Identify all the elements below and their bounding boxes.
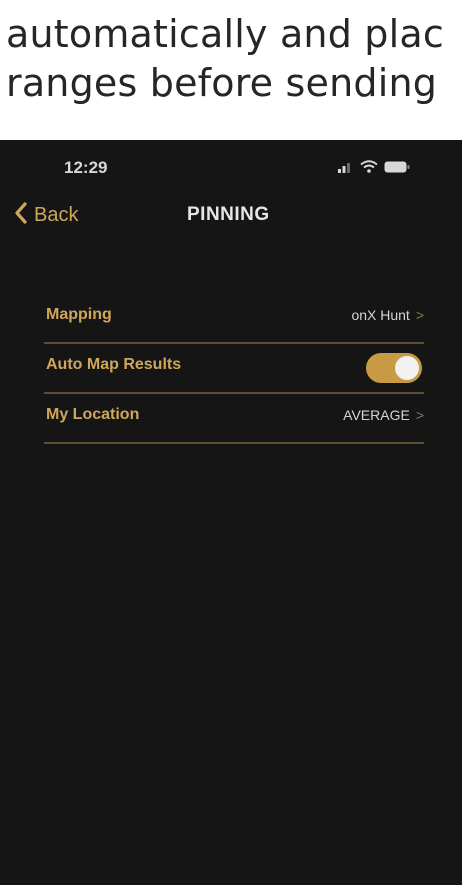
auto-map-results-label: Auto Map Results — [46, 356, 182, 373]
document-line-1: automatically and plac — [6, 12, 444, 56]
signal-icon — [338, 160, 354, 178]
phone-screen: 12:29 Back PINNING Mapping onX Hunt > Au… — [0, 140, 462, 885]
mapping-value-group: onX Hunt > — [351, 307, 424, 323]
status-time: 12:29 — [64, 158, 108, 177]
settings-row-auto-map-results: Auto Map Results — [44, 344, 424, 394]
my-location-label: My Location — [46, 406, 140, 423]
toggle-knob — [395, 356, 419, 380]
mapping-value: onX Hunt — [351, 307, 410, 323]
mapping-label: Mapping — [46, 306, 112, 323]
page-title: PINNING — [187, 204, 270, 225]
settings-list: Mapping onX Hunt > Auto Map Results My L… — [44, 294, 424, 444]
battery-icon — [384, 160, 410, 178]
my-location-value-group: AVERAGE > — [343, 407, 424, 423]
status-bar: 12:29 — [0, 140, 462, 180]
my-location-value: AVERAGE — [343, 407, 410, 423]
chevron-right-icon: > — [415, 307, 424, 323]
navigation-bar: Back PINNING — [0, 196, 462, 236]
settings-row-mapping[interactable]: Mapping onX Hunt > — [44, 294, 424, 344]
chevron-left-icon — [14, 202, 28, 229]
chevron-right-icon: > — [415, 407, 424, 423]
settings-row-my-location[interactable]: My Location AVERAGE > — [44, 394, 424, 444]
wifi-icon — [360, 160, 378, 178]
auto-map-results-toggle[interactable] — [366, 353, 422, 383]
status-icons — [338, 160, 410, 178]
back-button[interactable]: Back — [14, 202, 78, 229]
back-label: Back — [34, 204, 79, 226]
document-line-2: ranges before sending — [6, 61, 438, 105]
document-text: automatically and plac ranges before sen… — [0, 0, 462, 120]
